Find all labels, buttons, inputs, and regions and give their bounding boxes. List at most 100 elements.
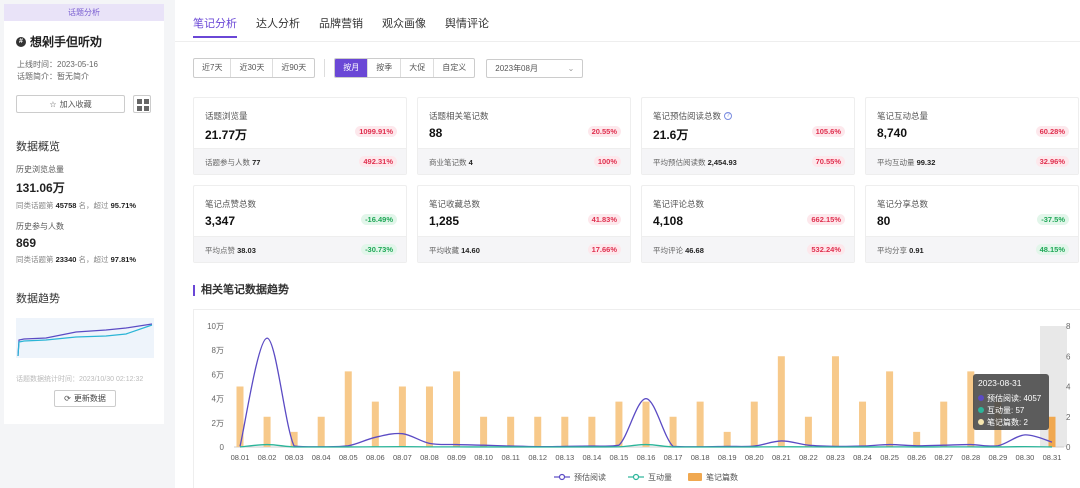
history-views-value: 131.06万 (16, 181, 65, 195)
metric-value: 1,285 (429, 214, 460, 228)
metric-value: 88 (429, 126, 443, 140)
tab-sentiment-comments[interactable]: 舆情评论 (445, 0, 489, 41)
chart-container: 0 2万 4万 6万 8万 10万 0 2 4 6 8 08.01 08.02 08.03 08.04 08.… (193, 309, 1080, 488)
online-time: 上线时间：2023-05-16 (17, 60, 98, 69)
metric-label: 笔记预估阅读总数? (653, 110, 733, 122)
qr-code-button[interactable] (133, 95, 151, 113)
metric-footer: 平均点赞 38.03 -30.73% (194, 236, 406, 262)
period-month[interactable]: 按月 (335, 59, 369, 77)
metric-sub-badge: 492.31% (359, 156, 397, 167)
x-tick-label: 08.16 (637, 453, 656, 462)
metric-sub-badge: 48.15% (1035, 244, 1069, 255)
x-tick-label: 08.28 (961, 453, 980, 462)
trend-chart: 0 2万 4万 6万 8万 10万 0 2 4 6 8 08.01 08.02 08.03 08.04 08.… (207, 322, 1071, 482)
period-quarter[interactable]: 按季 (368, 59, 402, 77)
main-content: 笔记分析 达人分析 品牌营销 观众画像 舆情评论 近7天 近30天 近90天 按… (175, 0, 1080, 488)
x-tick-label: 08.25 (880, 453, 899, 462)
topic-sidebar: 话题分析 # 想剁手但听劝 上线时间：2023-05-16 话题简介：暂无简介 … (4, 4, 164, 424)
bar (940, 401, 948, 447)
metric-card: 话题相关笔记数 88 20.55% 商业笔记数 4 100% (417, 97, 631, 175)
x-tick-label: 08.18 (691, 453, 710, 462)
history-users-value: 869 (16, 236, 37, 250)
metric-footer: 平均分享 0.91 48.15% (866, 236, 1078, 262)
metric-change-badge: -37.5% (1037, 214, 1069, 225)
bar (750, 401, 758, 447)
add-favorite-label: 加入收藏 (59, 99, 92, 109)
tab-brand-marketing[interactable]: 品牌营销 (319, 0, 363, 41)
add-favorite-button[interactable]: ☆ 加入收藏 (16, 95, 125, 113)
x-tick-label: 08.22 (799, 453, 818, 462)
bar (1048, 416, 1056, 447)
range-90d[interactable]: 近90天 (273, 59, 314, 77)
x-tick-label: 08.19 (718, 453, 737, 462)
metric-card: 笔记互动总量 8,740 60.28% 平均互动量 99.32 32.96% (865, 97, 1079, 175)
x-tick-label: 08.15 (610, 453, 629, 462)
month-dropdown[interactable]: 2023年08月 ⌄ (486, 58, 584, 78)
metric-change-badge: 41.83% (587, 214, 621, 225)
range-30d[interactable]: 近30天 (231, 59, 274, 77)
x-tick-label: 08.20 (745, 453, 764, 462)
metric-value: 80 (877, 214, 891, 228)
bar (804, 416, 812, 447)
bar (913, 431, 921, 447)
metric-card: 笔记点赞总数 3,347 -16.49% 平均点赞 38.03 -30.73% (193, 185, 407, 263)
refresh-data-button[interactable]: ⟳ 更新数据 (54, 390, 116, 407)
period-custom[interactable]: 自定义 (434, 59, 474, 77)
y-left-tick: 6万 (212, 370, 224, 379)
metric-sub-badge: 532.24% (807, 244, 845, 255)
x-tick-label: 08.21 (772, 453, 791, 462)
x-tick-label: 08.12 (528, 453, 547, 462)
x-tick-label: 08.08 (420, 453, 439, 462)
legend-marker (688, 473, 702, 481)
metric-card: 笔记收藏总数 1,285 41.83% 平均收藏 14.60 17.66% (417, 185, 631, 263)
metric-sub: 平均收藏 14.60 (429, 246, 480, 255)
range-selector: 近7天 近30天 近90天 (193, 58, 316, 78)
tooltip-line: 笔记篇数: 2 (987, 417, 1028, 427)
x-tick-label: 08.24 (853, 453, 872, 462)
legend-label: 互动量 (648, 472, 672, 482)
bar (344, 371, 352, 447)
chart-title: 相关笔记数据趋势 (193, 285, 289, 296)
refresh-icon: ⟳ (64, 394, 71, 403)
x-tick-label: 08.14 (582, 453, 601, 462)
period-selector: 按月 按季 大促 自定义 (334, 58, 476, 78)
y-left-tick: 4万 (212, 395, 224, 404)
y-left-tick: 0 (220, 443, 225, 452)
tab-audience-profile[interactable]: 观众画像 (382, 0, 426, 41)
bar (398, 386, 406, 447)
tooltip-line: 互动量: 57 (987, 405, 1025, 415)
tab-note-analysis[interactable]: 笔记分析 (193, 0, 237, 41)
trend-sparkline (16, 318, 154, 358)
y-right-tick: 4 (1066, 383, 1071, 392)
tab-bar: 笔记分析 达人分析 品牌营销 观众画像 舆情评论 (175, 0, 1080, 42)
panel-tag: 话题分析 (4, 4, 164, 21)
legend-label: 预估阅读 (574, 472, 606, 482)
bar (263, 416, 271, 447)
legend-marker (558, 473, 566, 481)
bar (507, 416, 515, 447)
period-promo[interactable]: 大促 (401, 59, 435, 77)
x-tick-label: 08.17 (664, 453, 683, 462)
bar (615, 401, 623, 447)
x-tick-label: 08.01 (231, 453, 250, 462)
month-value: 2023年08月 (495, 63, 538, 73)
metric-change-badge: -16.49% (361, 214, 397, 225)
x-tick-label: 08.11 (502, 453, 520, 462)
metric-value: 8,740 (877, 126, 908, 140)
y-left-tick: 2万 (212, 419, 224, 428)
range-7d[interactable]: 近7天 (194, 59, 232, 77)
metric-card: 笔记分享总数 80 -37.5% 平均分享 0.91 48.15% (865, 185, 1079, 263)
tooltip-marker (978, 395, 984, 401)
metric-sub-badge: 100% (593, 156, 621, 167)
topic-title: # 想剁手但听劝 (16, 33, 164, 50)
trend-title: 数据趋势 (16, 293, 60, 305)
legend-marker (632, 473, 640, 481)
help-icon[interactable]: ? (724, 112, 733, 120)
tooltip-date: 2023-08-31 (978, 378, 1022, 388)
bar (859, 401, 867, 447)
hashtag-icon: # (16, 36, 26, 47)
x-tick-label: 08.09 (447, 453, 466, 462)
bar (425, 386, 433, 447)
tab-kol-analysis[interactable]: 达人分析 (256, 0, 300, 41)
history-views-label: 历史浏览总量 (16, 165, 64, 174)
